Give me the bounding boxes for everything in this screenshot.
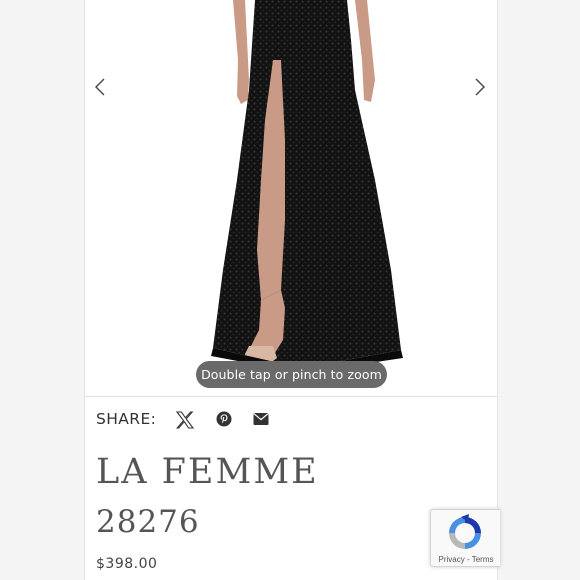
- recaptcha-badge[interactable]: Privacy - Terms: [430, 509, 500, 567]
- share-label: SHARE:: [96, 410, 157, 428]
- recaptcha-links: Privacy - Terms: [431, 555, 501, 564]
- recaptcha-link-separator: -: [464, 555, 472, 564]
- share-x-button[interactable]: [175, 410, 195, 430]
- product-image-gallery[interactable]: Double tap or pinch to zoom: [85, 0, 497, 397]
- product-card: Double tap or pinch to zoom SHARE: LA FE…: [84, 0, 498, 580]
- style-number: 28276: [96, 504, 200, 540]
- brand-name: LA FEMME: [96, 452, 319, 492]
- product-price: $398.00: [96, 556, 158, 572]
- recaptcha-icon: [449, 514, 481, 549]
- pinterest-icon: [216, 411, 232, 427]
- page-margin-right: [498, 0, 580, 580]
- chevron-right-icon: [475, 78, 485, 96]
- share-email-button[interactable]: [251, 409, 271, 429]
- gallery-next-button[interactable]: [469, 76, 491, 98]
- recaptcha-privacy-link[interactable]: Privacy: [439, 555, 465, 564]
- share-pinterest-button[interactable]: [214, 409, 234, 429]
- recaptcha-terms-link[interactable]: Terms: [472, 555, 494, 564]
- share-section: SHARE:: [96, 407, 156, 431]
- gallery-prev-button[interactable]: [89, 76, 111, 98]
- x-twitter-icon: [176, 411, 194, 429]
- email-icon: [253, 413, 269, 425]
- zoom-hint: Double tap or pinch to zoom: [196, 361, 387, 388]
- chevron-left-icon: [95, 78, 105, 96]
- product-photo[interactable]: [85, 0, 497, 397]
- page-margin-left: [0, 0, 84, 580]
